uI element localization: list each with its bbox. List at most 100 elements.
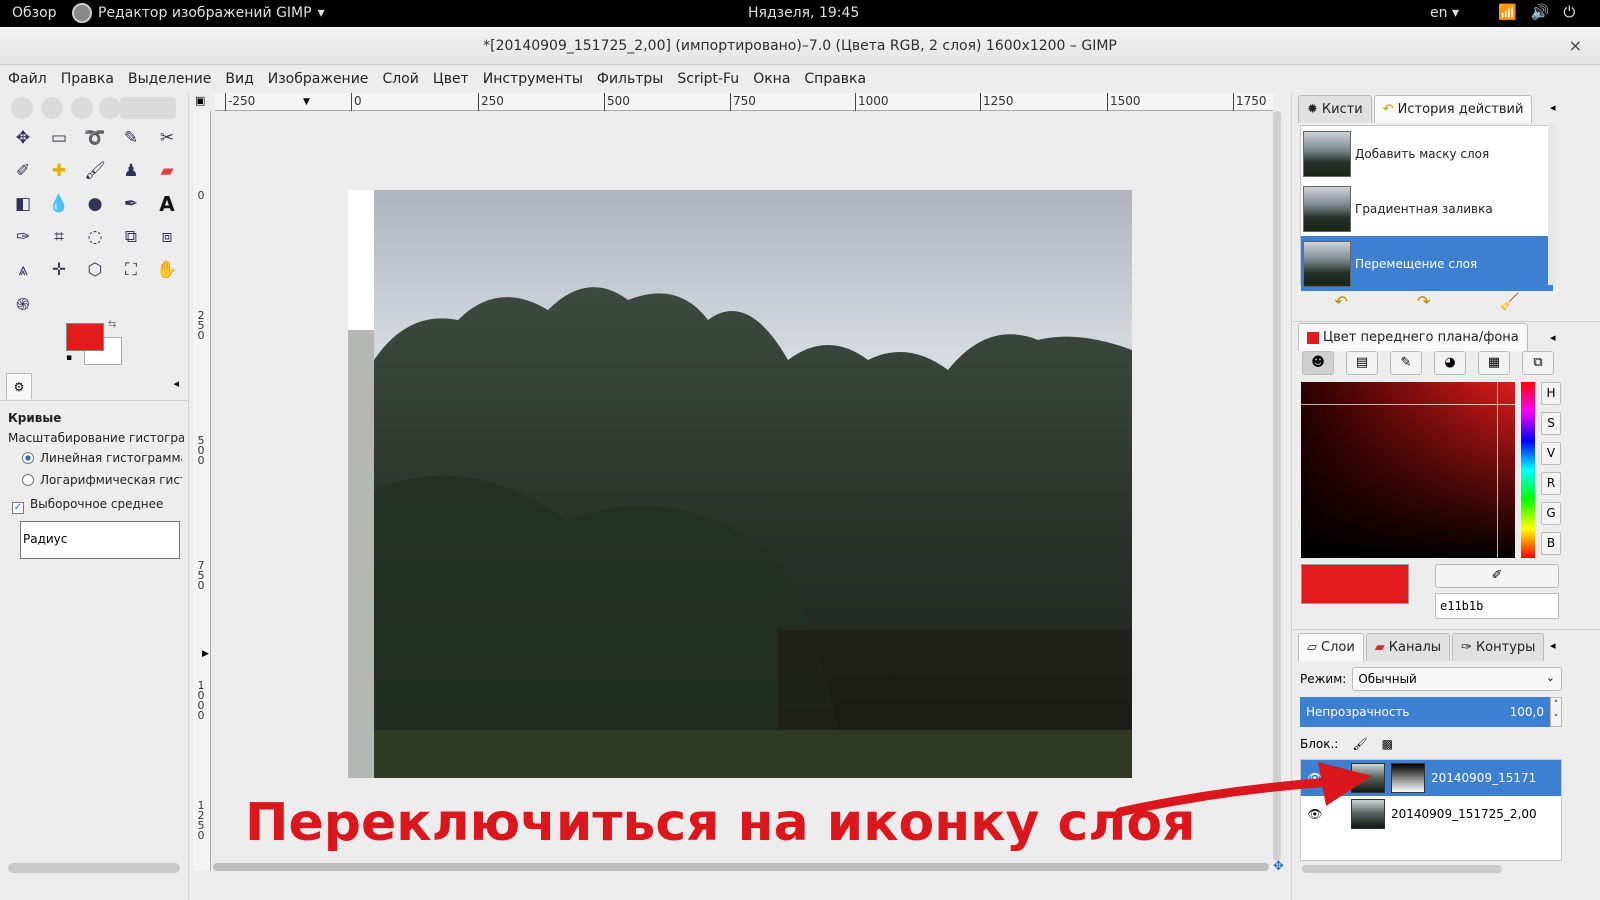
menu-help[interactable]: Справка bbox=[804, 71, 866, 87]
panel-menu-icon[interactable]: ◂ bbox=[1550, 101, 1556, 114]
color-picker-icon[interactable]: ✐ bbox=[8, 156, 38, 186]
scales-selector-icon[interactable]: ⧉ bbox=[1522, 351, 1554, 375]
rect-select-icon[interactable]: ▭ bbox=[44, 123, 74, 153]
navigate-icon[interactable]: ✥ bbox=[1273, 859, 1284, 874]
tab-fg-bg-color[interactable]: Цвет переднего плана/фона bbox=[1298, 323, 1528, 351]
history-scrollbar[interactable] bbox=[1548, 125, 1556, 285]
wilber-drop-area[interactable] bbox=[8, 95, 178, 121]
channel-v-button[interactable]: V bbox=[1541, 442, 1561, 465]
color-picker-square[interactable] bbox=[1301, 382, 1515, 558]
current-color-swatch[interactable] bbox=[1301, 564, 1409, 604]
hue-slider[interactable] bbox=[1521, 382, 1535, 558]
horizontal-ruler[interactable]: -250 0 250 500 750 1000 1250 1500 1750 bbox=[215, 93, 1273, 111]
hex-color-input[interactable]: e11b1b bbox=[1435, 593, 1559, 619]
quick-mask-corner-icon[interactable]: ▣ bbox=[195, 94, 205, 107]
vertical-ruler[interactable]: 0 250 500 750 1000 1250 bbox=[193, 111, 211, 871]
scissors-icon[interactable]: ✂ bbox=[152, 123, 182, 153]
layers-scrollbar[interactable] bbox=[1302, 865, 1502, 873]
layer-mode-select[interactable]: Обычный ⌄ bbox=[1352, 667, 1562, 691]
history-item[interactable]: Добавить маску слоя bbox=[1301, 126, 1553, 181]
image-canvas[interactable] bbox=[348, 190, 1132, 778]
align-icon[interactable]: ✛ bbox=[44, 255, 74, 285]
panel-menu-icon[interactable]: ◂ bbox=[1550, 331, 1556, 344]
smudge-icon[interactable]: ✋ bbox=[152, 255, 182, 285]
menu-file[interactable]: Файл bbox=[8, 71, 47, 87]
wifi-icon[interactable]: 📶 bbox=[1498, 3, 1517, 21]
blur-icon[interactable]: 💧 bbox=[44, 189, 74, 219]
crop-icon[interactable]: ⌗ bbox=[44, 222, 74, 252]
channel-g-button[interactable]: G bbox=[1541, 502, 1561, 525]
clock[interactable]: Нядзеля, 19:45 bbox=[748, 5, 859, 21]
tab-history[interactable]: ↶ История действий bbox=[1373, 95, 1533, 123]
lasso-icon[interactable]: ➰ bbox=[80, 123, 110, 153]
clear-history-icon[interactable]: 🧹 bbox=[1500, 292, 1520, 311]
layer-mask-thumbnail[interactable] bbox=[1391, 763, 1425, 793]
cage-transform-icon[interactable]: ⬡ bbox=[80, 255, 110, 285]
foreground-select-icon[interactable]: ⧉ bbox=[116, 222, 146, 252]
close-window-button[interactable]: × bbox=[1569, 27, 1582, 65]
eyedropper-button[interactable]: ✐ bbox=[1435, 564, 1559, 588]
layer-row-selected[interactable]: 👁 20140909_15171 bbox=[1301, 760, 1561, 796]
tab-layers[interactable]: ▱ Слои bbox=[1298, 633, 1364, 661]
palette-selector-icon[interactable]: ▦ bbox=[1478, 351, 1510, 375]
tab-channels[interactable]: ▰ Каналы bbox=[1365, 633, 1451, 661]
heal-icon[interactable]: ✚ bbox=[44, 156, 74, 186]
channel-s-button[interactable]: S bbox=[1541, 412, 1561, 435]
measure-icon[interactable]: ⩓ bbox=[8, 255, 38, 285]
system-tray[interactable]: 📶 🔊 ⏻ bbox=[1498, 3, 1575, 21]
opacity-spinner[interactable]: ˄ ˅ bbox=[1550, 697, 1562, 727]
linear-histogram-option[interactable]: Линейная гистограмма bbox=[22, 451, 182, 465]
visibility-eye-icon[interactable]: 👁 bbox=[1305, 807, 1325, 821]
vertical-scrollbar[interactable] bbox=[1273, 111, 1281, 861]
volume-icon[interactable]: 🔊 bbox=[1531, 3, 1550, 21]
text-tool-icon[interactable]: A bbox=[152, 189, 182, 219]
channel-r-button[interactable]: R bbox=[1541, 472, 1561, 495]
ellipse-select-icon[interactable]: ◌ bbox=[80, 222, 110, 252]
lock-pixels-icon[interactable]: 🖌 bbox=[1352, 737, 1367, 751]
eraser-icon[interactable]: ▰ bbox=[152, 156, 182, 186]
lock-alpha-icon[interactable]: ▩ bbox=[1382, 737, 1393, 751]
visibility-eye-icon[interactable]: 👁 bbox=[1305, 771, 1325, 785]
menu-tools[interactable]: Инструменты bbox=[483, 71, 583, 87]
tool-options-tab[interactable]: ⚙ bbox=[6, 373, 32, 399]
channel-h-button[interactable]: H bbox=[1541, 382, 1561, 405]
cmyk-selector-icon[interactable]: ▤ bbox=[1346, 351, 1378, 375]
menu-edit[interactable]: Правка bbox=[61, 71, 114, 87]
warp-icon[interactable]: ֍ bbox=[8, 288, 38, 318]
menu-view[interactable]: Вид bbox=[225, 71, 253, 87]
toolbox-scrollbar[interactable] bbox=[8, 863, 180, 873]
bucket-fill-icon[interactable]: ⛶ bbox=[116, 255, 146, 285]
horizontal-scrollbar[interactable] bbox=[213, 863, 1269, 871]
gradient-icon[interactable]: ◧ bbox=[8, 189, 38, 219]
ink-icon[interactable]: ✒ bbox=[116, 189, 146, 219]
menu-layer[interactable]: Слой bbox=[382, 71, 418, 87]
app-menu[interactable]: Редактор изображений GIMP ▾ bbox=[72, 3, 325, 23]
wheel-selector-icon[interactable]: ◕ bbox=[1434, 351, 1466, 375]
activities-button[interactable]: Обзор bbox=[12, 5, 57, 21]
history-item-selected[interactable]: Перемещение слоя bbox=[1301, 236, 1553, 291]
panel-menu-icon[interactable]: ◂ bbox=[1550, 639, 1556, 652]
default-colors-icon[interactable]: ▪ bbox=[66, 353, 72, 363]
dodge-icon[interactable]: ● bbox=[80, 189, 110, 219]
foreground-color[interactable] bbox=[66, 323, 104, 351]
menu-script-fu[interactable]: Script-Fu bbox=[677, 71, 739, 87]
panel-menu-icon[interactable]: ◂ bbox=[173, 377, 179, 390]
menu-filters[interactable]: Фильтры bbox=[597, 71, 663, 87]
undo-icon[interactable]: ↶ bbox=[1335, 292, 1348, 311]
radius-field[interactable]: Радиус bbox=[20, 521, 180, 559]
layer-thumbnail[interactable] bbox=[1351, 799, 1385, 829]
layer-thumbnail[interactable] bbox=[1351, 763, 1385, 793]
menu-image[interactable]: Изображение bbox=[268, 71, 369, 87]
menu-colors[interactable]: Цвет bbox=[433, 71, 469, 87]
clone-icon[interactable]: ♟ bbox=[116, 156, 146, 186]
opacity-slider[interactable]: Непрозрачность 100,0 bbox=[1300, 697, 1550, 727]
sample-average-option[interactable]: ✓ Выборочное среднее bbox=[12, 497, 182, 514]
swap-colors-icon[interactable]: ⇆ bbox=[108, 319, 116, 330]
tab-paths[interactable]: ✑ Контуры bbox=[1452, 633, 1545, 661]
history-item[interactable]: Градиентная заливка bbox=[1301, 181, 1553, 236]
language-indicator[interactable]: en ▾ bbox=[1430, 5, 1459, 21]
menu-windows[interactable]: Окна bbox=[753, 71, 790, 87]
log-histogram-option[interactable]: Логарифмическая гистог bbox=[22, 473, 182, 487]
menu-select[interactable]: Выделение bbox=[128, 71, 211, 87]
layer-row[interactable]: 👁 20140909_151725_2,00 bbox=[1301, 796, 1561, 832]
